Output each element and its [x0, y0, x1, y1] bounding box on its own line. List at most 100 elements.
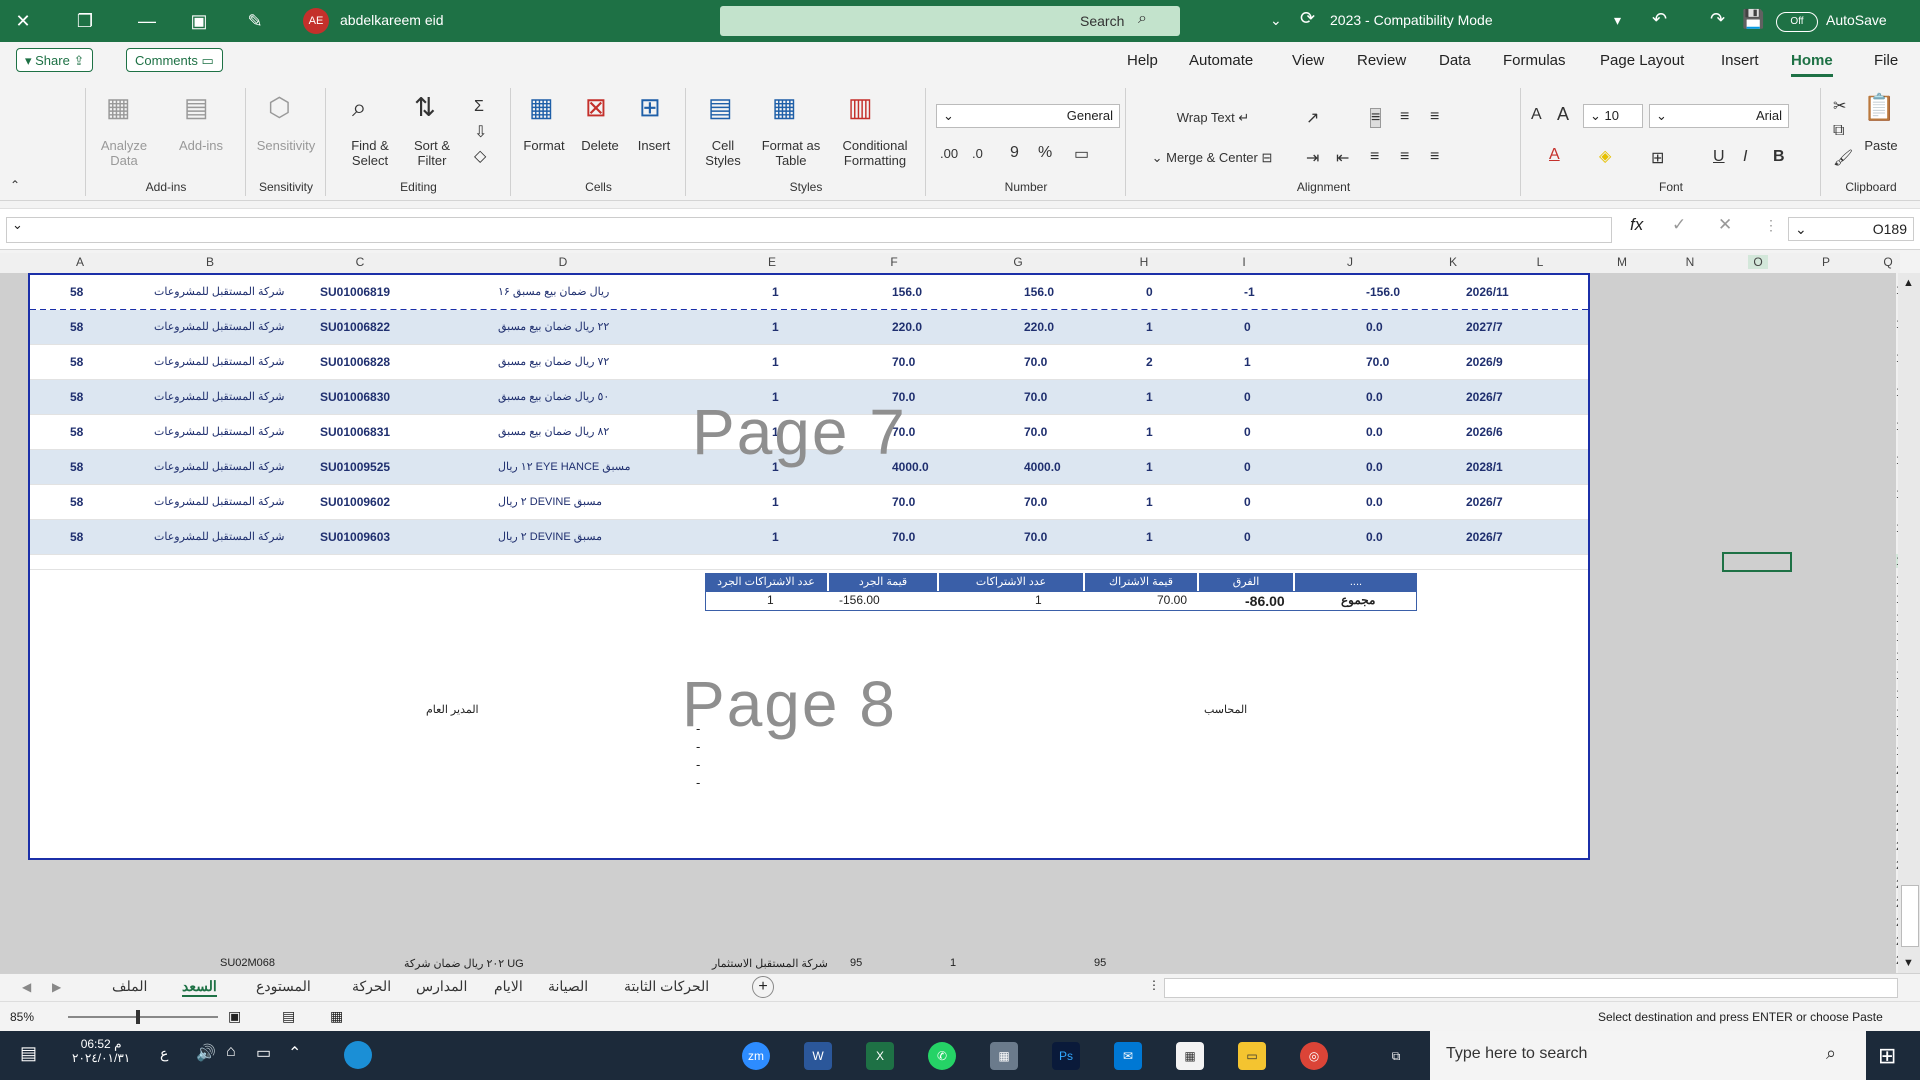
table-cell-j[interactable]: 0.0	[1366, 495, 1383, 509]
decrease-font-icon[interactable]: A	[1531, 106, 1542, 124]
taskbar-search[interactable]: Type here to search ⌕	[1430, 1031, 1866, 1080]
column-header-n[interactable]: N	[1680, 255, 1700, 269]
show-hidden-icon[interactable]: ⌃	[288, 1043, 301, 1063]
selected-cell[interactable]	[1722, 552, 1792, 572]
table-cell-d[interactable]: ٥٠ ريال ضمان بيع مسبق	[498, 390, 609, 403]
table-cell-a[interactable]: 58	[70, 320, 83, 334]
analyze-data-label[interactable]: Analyze Data	[94, 138, 154, 168]
notifications-icon[interactable]: ▤	[20, 1043, 37, 1064]
table-cell-h[interactable]: 2	[1146, 355, 1153, 369]
windows-start-icon[interactable]: ⊞	[1878, 1043, 1896, 1069]
column-header-p[interactable]: P	[1816, 255, 1836, 269]
sheet-tab[interactable]: الصيانة	[548, 978, 588, 995]
sort-filter-label[interactable]: Sort & Filter	[404, 138, 460, 168]
redo-icon[interactable]: ↷	[1710, 9, 1725, 30]
table-cell-i[interactable]: 0	[1244, 390, 1251, 404]
table-cell-c[interactable]: SU01006828	[320, 355, 390, 369]
addins-label[interactable]: Add-ins	[176, 138, 226, 153]
table-cell-c[interactable]: SU01006830	[320, 390, 390, 404]
table-cell-j[interactable]: 0.0	[1366, 460, 1383, 474]
table-cell-h[interactable]: 1	[1146, 460, 1153, 474]
format-painter-icon[interactable]: 🖌	[1833, 148, 1853, 168]
tab-data[interactable]: Data	[1439, 52, 1471, 69]
comma-style-icon[interactable]: 9	[1010, 144, 1019, 162]
restore-icon[interactable]: ❐	[62, 0, 108, 42]
font-size-select[interactable]: ⌄ 10	[1583, 104, 1643, 128]
table-cell-e[interactable]: 1	[772, 495, 779, 509]
table-cell-k[interactable]: 2026/7	[1466, 530, 1503, 544]
sheet-tab[interactable]: الحركات الثابتة	[624, 978, 709, 995]
table-cell-c[interactable]: SU01006831	[320, 425, 390, 439]
table-cell-h[interactable]: 1	[1146, 320, 1153, 334]
table-cell-e[interactable]: 1	[772, 320, 779, 334]
clear-icon[interactable]: ◇	[474, 146, 486, 166]
network-icon[interactable]: ⌂	[226, 1043, 236, 1061]
collapse-ribbon-icon[interactable]: ⌃	[10, 178, 20, 192]
vertical-scrollbar[interactable]: ▲ ▼	[1898, 273, 1920, 973]
empty-row[interactable]	[30, 555, 1588, 570]
table-cell-b[interactable]: شركة المستقبل للمشروعات	[154, 495, 284, 508]
bottom-row-cell[interactable]: 1	[950, 957, 956, 969]
table-cell-j[interactable]: -156.0	[1366, 285, 1400, 299]
table-cell-e[interactable]: 1	[772, 285, 779, 299]
table-cell-a[interactable]: 58	[70, 425, 83, 439]
tab-automate[interactable]: Automate	[1189, 52, 1253, 69]
summary-header[interactable]: قيمة الاشتراك	[1085, 573, 1197, 591]
bottom-row-cell[interactable]: ٢٠٢ ريال ضمان شركة UG	[404, 957, 524, 970]
table-cell-d[interactable]: ٢٢ ريال ضمان بيع مسبق	[498, 320, 609, 333]
table-cell-k[interactable]: 2026/11	[1466, 285, 1509, 299]
table-cell-k[interactable]: 2027/7	[1466, 320, 1503, 334]
insert-label[interactable]: Insert	[629, 138, 679, 153]
table-cell-b[interactable]: شركة المستقبل للمشروعات	[154, 460, 284, 473]
table-cell-h[interactable]: 1	[1146, 530, 1153, 544]
table-cell-g[interactable]: 70.0	[1024, 390, 1047, 404]
bold-button[interactable]: B	[1773, 148, 1785, 166]
expand-formula-icon[interactable]: ⌄	[12, 217, 23, 233]
analyze-data-icon[interactable]: ▦	[106, 92, 131, 123]
table-cell-a[interactable]: 58	[70, 285, 83, 299]
conditional-formatting-icon[interactable]: ▥	[848, 92, 873, 123]
table-cell-j[interactable]: 0.0	[1366, 320, 1383, 334]
table-cell-h[interactable]: 1	[1146, 390, 1153, 404]
bottom-row-cell[interactable]: SU02M068	[220, 957, 275, 969]
sort-filter-icon[interactable]: ⇅	[414, 92, 436, 123]
table-cell-j[interactable]: 0.0	[1366, 530, 1383, 544]
bottom-row-cell[interactable]: 95	[1094, 957, 1106, 969]
zoom-slider[interactable]	[68, 1016, 218, 1018]
volume-icon[interactable]: 🔊	[196, 1043, 216, 1063]
page-layout-view-icon[interactable]: ▤	[282, 1008, 295, 1025]
close-icon[interactable]: ✕	[0, 0, 46, 42]
column-header-b[interactable]: B	[200, 255, 220, 269]
percent-icon[interactable]: %	[1038, 144, 1052, 162]
table-cell-k[interactable]: 2028/1	[1466, 460, 1503, 474]
delete-label[interactable]: Delete	[575, 138, 625, 153]
table-cell-f[interactable]: 156.0	[892, 285, 922, 299]
outdent-icon[interactable]: ⇤	[1336, 148, 1349, 168]
table-cell-i[interactable]: 0	[1244, 320, 1251, 334]
tab-formulas[interactable]: Formulas	[1503, 52, 1566, 69]
table-cell-g[interactable]: 70.0	[1024, 355, 1047, 369]
table-cell-b[interactable]: شركة المستقبل للمشروعات	[154, 390, 284, 403]
enter-icon[interactable]: ✓	[1672, 215, 1686, 235]
sheet-tab[interactable]: الحركة	[352, 978, 391, 995]
user-name[interactable]: abdelkareem eid	[340, 12, 444, 28]
scroll-up-icon[interactable]: ▲	[1903, 277, 1914, 289]
summary-header[interactable]: قيمة الجرد	[829, 573, 937, 591]
column-header-l[interactable]: L	[1530, 255, 1550, 269]
increase-font-icon[interactable]: A	[1557, 104, 1569, 125]
bottom-row-cell[interactable]: شركة المستقبل الاستثمار	[712, 957, 828, 970]
currency-icon[interactable]: ▭	[1074, 144, 1089, 164]
table-cell-b[interactable]: شركة المستقبل للمشروعات	[154, 530, 284, 543]
table-cell-d[interactable]: ٨٢ ريال ضمان بيع مسبق	[498, 425, 609, 438]
save-icon[interactable]: 💾	[1742, 9, 1764, 30]
column-header-h[interactable]: H	[1134, 255, 1154, 269]
increase-decimal-icon[interactable]: .0	[972, 146, 983, 161]
tab-home[interactable]: Home	[1791, 52, 1833, 77]
chrome-app-icon[interactable]: ◎	[1300, 1042, 1328, 1070]
undo-icon[interactable]: ↶	[1652, 9, 1667, 30]
table-cell-g[interactable]: 70.0	[1024, 495, 1047, 509]
no-pen-icon[interactable]: ✎	[232, 0, 278, 42]
table-cell-c[interactable]: SU01006822	[320, 320, 390, 334]
table-cell-k[interactable]: 2026/9	[1466, 355, 1503, 369]
table-cell-i[interactable]: 0	[1244, 530, 1251, 544]
